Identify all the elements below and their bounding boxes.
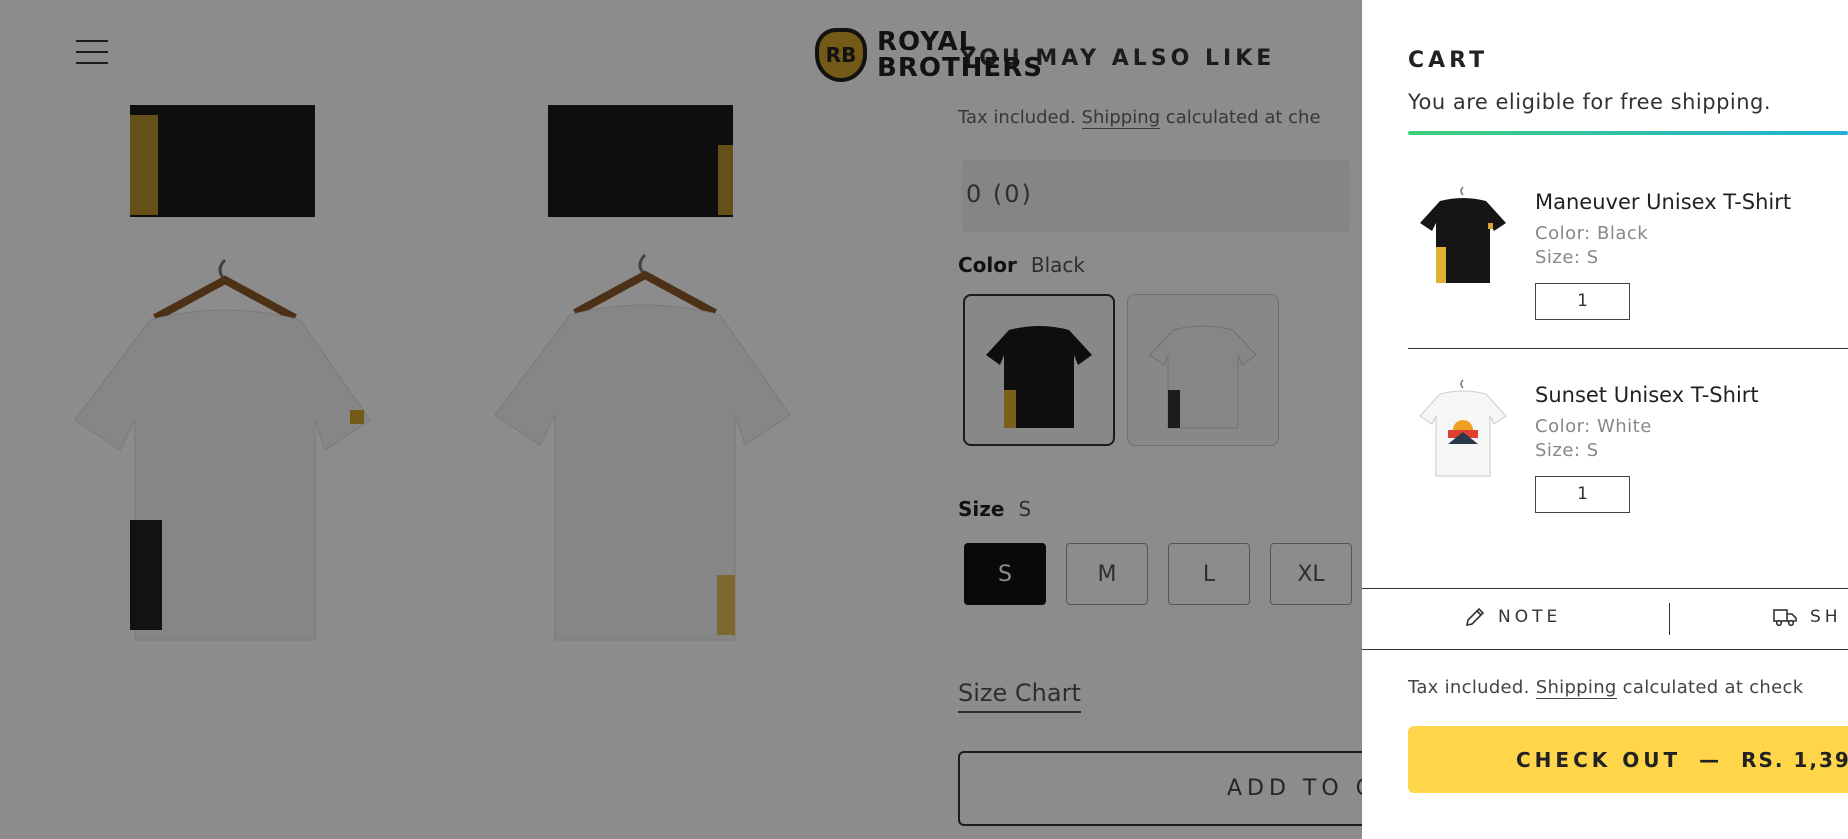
page-overlay[interactable] — [0, 0, 1362, 839]
tax-note-bottom: Tax included. Shipping calculated at che… — [1408, 677, 1804, 699]
free-shipping-message: You are eligible for free shipping. — [1408, 90, 1772, 114]
cart-divider — [1408, 348, 1848, 349]
cart-item-name[interactable]: Maneuver Unisex T-Shirt — [1535, 190, 1791, 214]
checkout-button[interactable]: CHECK OUT — RS. 1,398 — [1408, 726, 1848, 793]
cart-item-color: Color: White — [1535, 416, 1652, 437]
cart-item-size: Size: S — [1535, 440, 1599, 461]
note-tab[interactable]: NOTE — [1464, 606, 1561, 628]
cart-title: CART — [1408, 48, 1489, 73]
checkout-label: CHECK OUT — [1516, 747, 1682, 772]
checkout-dash: — — [1699, 747, 1724, 772]
cart-item-name[interactable]: Sunset Unisex T-Shirt — [1535, 383, 1759, 407]
cart-drawer: CART You are eligible for free shipping.… — [1362, 0, 1848, 839]
shipping-link-bottom[interactable]: Shipping — [1535, 677, 1617, 699]
cart-item-size: Size: S — [1535, 247, 1599, 268]
shipping-tab-label: SH — [1810, 607, 1842, 627]
free-shipping-progress — [1408, 131, 1848, 135]
shipping-tab[interactable]: SH — [1772, 606, 1842, 628]
truck-icon — [1773, 609, 1797, 627]
cart-item-color: Color: Black — [1535, 223, 1649, 244]
note-tab-label: NOTE — [1498, 607, 1562, 627]
cart-item-image[interactable] — [1408, 180, 1518, 290]
pencil-icon — [1465, 607, 1485, 627]
cart-item: Maneuver Unisex T-Shirt Color: Black Siz… — [1408, 180, 1848, 370]
cart-tabs: NOTE SH — [1362, 588, 1848, 650]
tab-separator — [1669, 603, 1670, 635]
quantity-input[interactable]: 1 — [1535, 476, 1630, 513]
checkout-price: RS. 1,398 — [1741, 747, 1848, 772]
cart-item-image[interactable] — [1408, 373, 1518, 483]
quantity-input[interactable]: 1 — [1535, 283, 1630, 320]
cart-item: Sunset Unisex T-Shirt Color: White Size:… — [1408, 373, 1848, 563]
